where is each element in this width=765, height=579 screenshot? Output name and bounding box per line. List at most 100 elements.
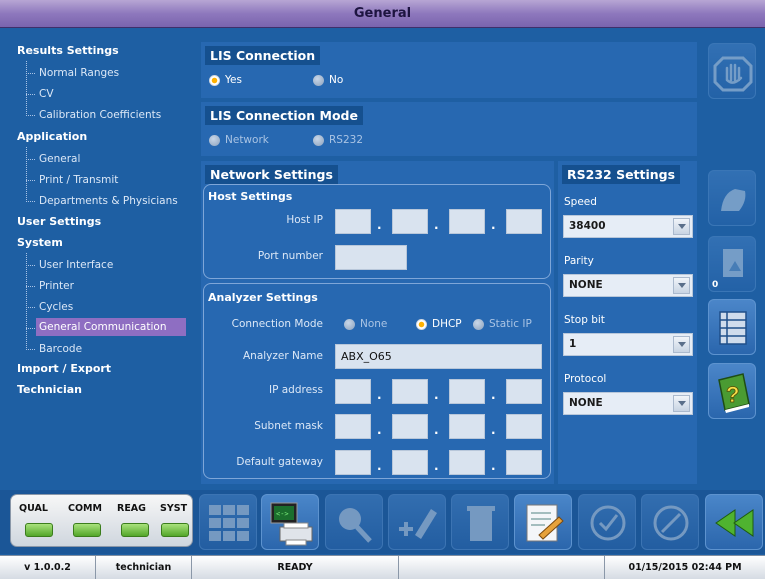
tree-item-printer[interactable]: Printer [36, 277, 77, 295]
host-ip-octet-2[interactable] [392, 209, 428, 234]
subnet-octet-2[interactable] [392, 414, 428, 439]
tree-item-barcode[interactable]: Barcode [36, 340, 85, 358]
tree-item-cv[interactable]: CV [36, 85, 57, 103]
lis-mode-title: LIS Connection Mode [205, 106, 363, 125]
tree-item-general-communication[interactable]: General Communication [36, 318, 186, 336]
protocol-select[interactable]: NONE [563, 392, 693, 415]
lis-connection-title: LIS Connection [205, 46, 321, 65]
pencil-plus-icon [399, 509, 437, 539]
tree-item-departments-physicians[interactable]: Departments & Physicians [36, 192, 181, 210]
tree-group-technician[interactable]: Technician [17, 383, 82, 396]
analyzer-settings-frame [203, 283, 551, 479]
status-indicator-panel: QUAL COMM REAG SYST [10, 494, 193, 547]
rs232-settings-title: RS232 Settings [562, 165, 681, 184]
analyzer-settings-title: Analyzer Settings [208, 291, 318, 304]
stop-hand-button[interactable] [708, 43, 756, 99]
chevron-down-icon [673, 336, 690, 353]
edit-add-button[interactable] [388, 494, 446, 550]
host-ip-octet-3[interactable] [449, 209, 485, 234]
tree-group-user-settings[interactable]: User Settings [17, 215, 101, 228]
tree-item-general[interactable]: General [36, 150, 83, 168]
search-button[interactable] [325, 494, 383, 550]
tree-group-application[interactable]: Application [17, 130, 87, 143]
lis-no-radio[interactable]: No [313, 74, 343, 86]
analyzer-ip-octet-3[interactable] [449, 379, 485, 404]
subnet-octet-4[interactable] [506, 414, 542, 439]
tree-item-print-transmit[interactable]: Print / Transmit [36, 171, 121, 189]
protocol-label: Protocol [564, 373, 607, 385]
maintenance-button[interactable] [708, 170, 756, 226]
host-ip-label: Host IP [286, 214, 323, 226]
gateway-octet-1[interactable] [335, 450, 371, 475]
conn-static-ip-radio[interactable]: Static IP [473, 318, 532, 330]
analyzer-name-input[interactable]: ABX_O65 [335, 344, 542, 369]
mode-network-radio[interactable]: Network [209, 134, 269, 146]
analyzer-ip-octet-2[interactable] [392, 379, 428, 404]
status-spacer [399, 556, 605, 579]
host-ip-octet-1[interactable] [335, 209, 371, 234]
host-settings-title: Host Settings [208, 190, 293, 203]
comm-label: COMM [68, 503, 102, 514]
settings-tree: Results Settings Normal Ranges CV Calibr… [0, 29, 197, 489]
svg-text:<->: <-> [276, 510, 289, 518]
speed-label: Speed [564, 196, 597, 208]
tree-item-normal-ranges[interactable]: Normal Ranges [36, 64, 122, 82]
conn-none-radio[interactable]: None [344, 318, 387, 330]
tree-item-user-interface[interactable]: User Interface [36, 256, 116, 274]
svg-text:?: ? [726, 382, 739, 407]
list-view-button[interactable] [708, 299, 756, 355]
delete-button[interactable] [451, 494, 509, 550]
parity-select[interactable]: NONE [563, 274, 693, 297]
datetime-text: 01/15/2015 02:44 PM [628, 562, 742, 573]
stop-hand-icon [713, 56, 753, 92]
network-settings-panel: Network Settings Host Settings Host IP .… [201, 161, 554, 484]
mode-rs232-radio[interactable]: RS232 [313, 134, 363, 146]
tree-group-results-settings[interactable]: Results Settings [17, 44, 119, 57]
stop-bit-select[interactable]: 1 [563, 333, 693, 356]
subnet-octet-3[interactable] [449, 414, 485, 439]
gateway-octet-3[interactable] [449, 450, 485, 475]
qual-led [25, 523, 53, 537]
rs232-settings-panel: RS232 Settings Speed 38400 Parity NONE S… [558, 161, 697, 484]
host-ip-octet-4[interactable] [506, 209, 542, 234]
subnet-octet-1[interactable] [335, 414, 371, 439]
help-button[interactable]: ? [708, 363, 756, 419]
cancel-circle-icon [653, 505, 689, 541]
status-bar: v 1.0.0.2 technician READY 01/15/2015 02… [0, 555, 765, 579]
chevron-down-icon [673, 277, 690, 294]
analyzer-ip-octet-1[interactable] [335, 379, 371, 404]
chevron-down-icon [673, 395, 690, 412]
edit-document-button[interactable] [514, 494, 572, 550]
keypad-button[interactable] [199, 494, 257, 550]
comm-led [73, 523, 101, 537]
communication-button[interactable]: <-> [261, 494, 319, 550]
tree-item-cycles[interactable]: Cycles [36, 298, 76, 316]
reports-counter: 0 [712, 280, 719, 290]
gateway-octet-2[interactable] [392, 450, 428, 475]
tree-group-system[interactable]: System [17, 236, 63, 249]
cancel-button[interactable] [641, 494, 699, 550]
back-button[interactable] [705, 494, 763, 550]
tree-item-calibration-coefficients[interactable]: Calibration Coefficients [36, 106, 164, 124]
connection-mode-label: Connection Mode [231, 318, 323, 330]
edit-document-icon [526, 504, 564, 542]
chevron-down-icon [673, 218, 690, 235]
syst-label: SYST [160, 503, 188, 514]
port-number-label: Port number [257, 250, 323, 262]
validate-button[interactable] [578, 494, 636, 550]
search-icon [339, 508, 372, 543]
reag-led [121, 523, 149, 537]
bottom-toolbar: QUAL COMM REAG SYST <-> [0, 490, 765, 554]
port-number-input[interactable] [335, 245, 407, 270]
subnet-mask-label: Subnet mask [254, 420, 323, 432]
tree-group-import-export[interactable]: Import / Export [17, 362, 111, 375]
gateway-octet-4[interactable] [506, 450, 542, 475]
speed-select[interactable]: 38400 [563, 215, 693, 238]
lis-yes-radio[interactable]: Yes [209, 74, 242, 86]
analyzer-name-label: Analyzer Name [242, 350, 323, 362]
monitor-printer-icon: <-> [270, 502, 313, 546]
trash-icon [467, 506, 495, 541]
conn-dhcp-radio[interactable]: DHCP [416, 318, 462, 330]
reag-label: REAG [117, 503, 146, 514]
analyzer-ip-octet-4[interactable] [506, 379, 542, 404]
